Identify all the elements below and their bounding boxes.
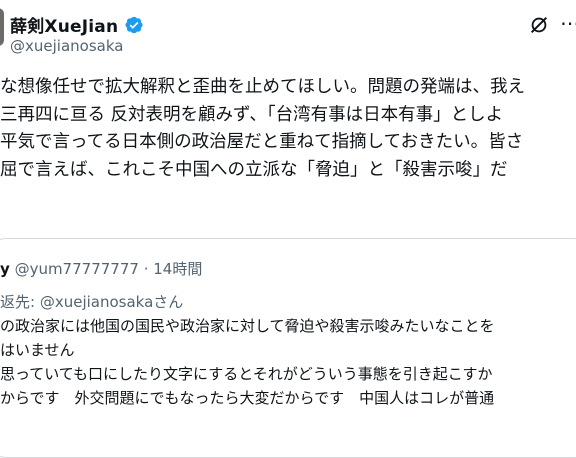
quoted-tweet-text: 返先: @xuejianosakaさん の政治家には他国の国民や政治家に対して脅… [0, 290, 495, 410]
tweet-text: な想像任せで拡大解釈と歪曲を止めてほしい。問題の発端は、我え 三再四に亘る 反対… [0, 74, 576, 184]
tweet-line: 平気で言ってる日本側の政治屋だと重ねて指摘しておきたい。皆さ [0, 132, 524, 152]
quoted-line: 思っていても口にしたり文字にするとそれがどういう事態を引き起こすか [0, 365, 493, 383]
quoted-author-name[interactable]: y [0, 260, 10, 278]
meta-separator: · [143, 260, 149, 278]
author-name-row: 薛剣XueJian [10, 12, 144, 37]
quoted-tweet-author: y @yum77777777 · 14時間 [0, 258, 202, 279]
quoted-line: はいません [0, 341, 75, 359]
replying-to-prefix: 返先: [0, 293, 40, 311]
author-handle[interactable]: @xuejianosaka [10, 37, 123, 55]
quoted-timestamp[interactable]: 14時間 [153, 260, 202, 278]
replying-to-suffix: さん [153, 293, 184, 311]
avatar[interactable] [0, 8, 4, 46]
tweet-line: な想像任せで拡大解釈と歪曲を止めてほしい。問題の発端は、我え [0, 77, 525, 97]
quoted-line: からです 外交問題にでもなったら大変だからです 中国人はコレが普通 [0, 389, 495, 407]
quoted-author-handle[interactable]: @yum77777777 [15, 260, 139, 278]
author-display-name[interactable]: 薛剣XueJian [10, 12, 118, 37]
tweet-line: 三再四に亘る 反対表明を顧みず、「台湾有事は日本有事」としよ [0, 104, 504, 125]
tweet-line: 屈で言えば、これこそ中国への立派な「脅迫」と「殺害示唆」だ [0, 159, 508, 180]
more-options-icon[interactable]: ⋯ [560, 13, 576, 33]
grok-icon[interactable] [528, 14, 550, 36]
verified-badge-icon [125, 16, 143, 33]
replying-to: 返先: @xuejianosakaさん [0, 290, 495, 314]
quoted-line: の政治家には他国の国民や政治家に対して脅迫や殺害示唆みたいなことを [0, 317, 495, 335]
reply-mention-link[interactable]: @xuejianosaka [40, 293, 153, 311]
